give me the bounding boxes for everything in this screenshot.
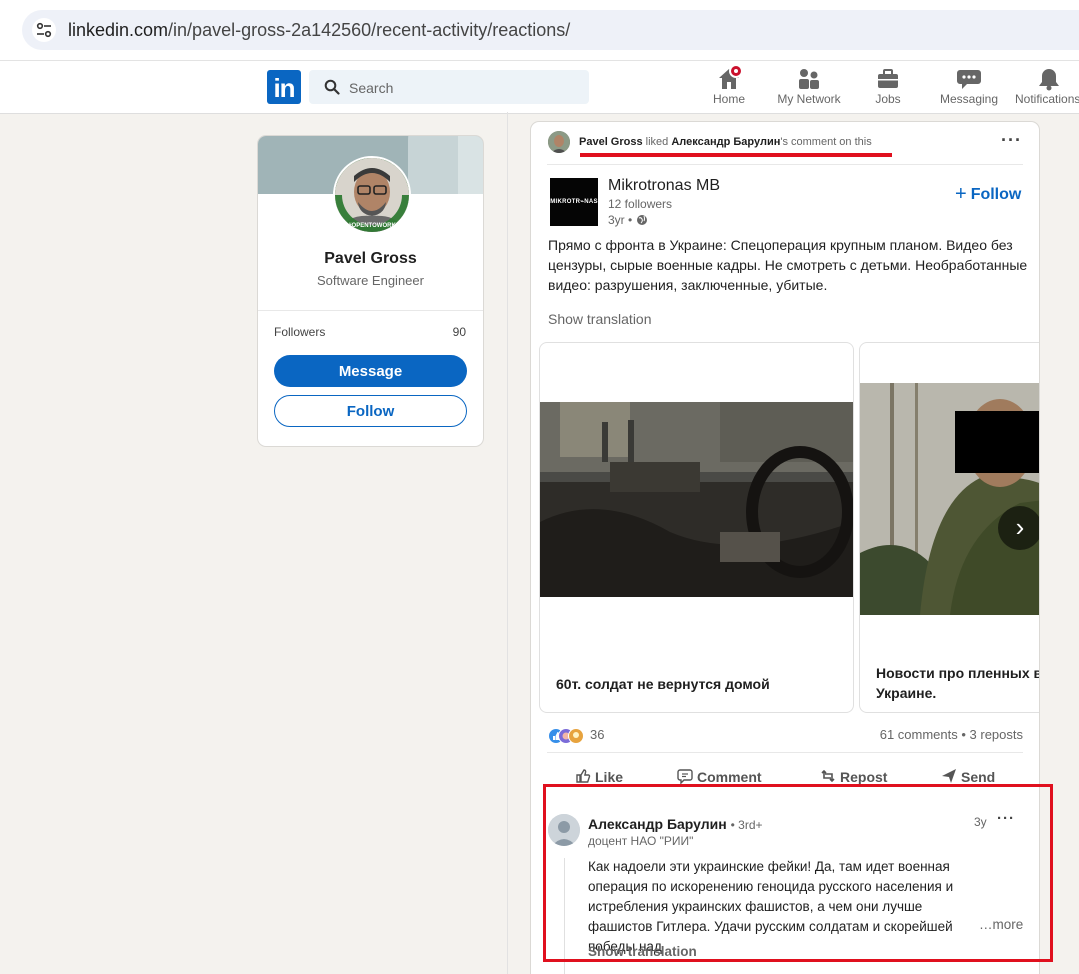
profile-card: #OPENTOWORK Pavel Gross Software Enginee… xyxy=(258,136,483,446)
like-icon xyxy=(576,769,591,783)
activity-header: Pavel Gross liked Александр Барулин's co… xyxy=(579,136,872,148)
reaction-count[interactable]: 36 xyxy=(590,727,604,742)
followers-label: Followers xyxy=(274,325,326,339)
reaction-icons[interactable] xyxy=(548,727,588,745)
activity-suffix: 's comment on this xyxy=(780,136,872,148)
nav-messaging-label: Messaging xyxy=(939,92,999,106)
post-time-text: 3yr • xyxy=(608,213,633,227)
send-label: Send xyxy=(961,769,996,785)
plus-icon: + xyxy=(955,183,967,205)
globe-icon xyxy=(636,215,647,225)
home-icon xyxy=(716,64,743,91)
nav-my-network[interactable]: My Network xyxy=(772,67,846,111)
address-bar[interactable]: linkedin.com/in/pavel-gross-2a142560/rec… xyxy=(22,10,1079,50)
comment-button[interactable]: Comment xyxy=(677,768,762,785)
company-logo[interactable]: MIKROTR⌁NAS xyxy=(550,178,598,226)
url-path: /in/pavel-gross-2a142560/recent-activity… xyxy=(168,20,571,40)
more-options-icon[interactable]: ··· xyxy=(1001,130,1022,151)
profile-title: Software Engineer xyxy=(317,273,424,288)
carousel-image xyxy=(540,402,853,597)
carousel-caption: Новости про пленных во Украине. xyxy=(876,665,1039,701)
top-nav: in Home My Network Jobs Messaging Notifi… xyxy=(0,60,1079,114)
open-to-work-badge: #OPENTOWORK xyxy=(348,223,396,229)
carousel-caption: 60т. солдат не вернутся домой xyxy=(556,676,770,692)
nav-jobs-label: Jobs xyxy=(875,92,901,106)
site-controls-icon[interactable] xyxy=(32,18,56,42)
profile-name[interactable]: Pavel Gross xyxy=(258,250,483,268)
carousel-item[interactable]: 60т. солдат не вернутся домой xyxy=(539,342,854,713)
divider xyxy=(547,752,1023,753)
follow-company-button[interactable]: + Follow xyxy=(955,182,1021,205)
nav-home-label: Home xyxy=(712,92,745,106)
post-text: Прямо с фронта в Украине: Спецоперация к… xyxy=(548,237,1028,293)
nav-notifications-label: Notifications xyxy=(1015,92,1079,106)
divider xyxy=(547,164,1023,165)
browser-toolbar: linkedin.com/in/pavel-gross-2a142560/rec… xyxy=(0,0,1079,60)
send-button[interactable]: Send xyxy=(941,768,995,785)
url-host: linkedin.com xyxy=(68,20,169,40)
like-label: Like xyxy=(595,769,624,785)
briefcase-icon xyxy=(875,67,901,91)
show-translation-link[interactable]: Show translation xyxy=(548,311,652,327)
search-icon xyxy=(324,79,340,95)
social-counts: 36 61 comments • 3 reposts xyxy=(548,727,1023,747)
annotation-underline xyxy=(580,153,892,157)
actor-avatar[interactable] xyxy=(548,131,570,153)
messaging-icon xyxy=(956,67,982,91)
network-icon xyxy=(796,67,822,91)
follow-company-label: Follow xyxy=(970,186,1022,203)
repost-label: Repost xyxy=(840,769,888,785)
linkedin-logo[interactable]: in xyxy=(267,70,301,104)
profile-avatar[interactable]: #OPENTOWORK xyxy=(333,156,411,234)
post-time: 3yr • xyxy=(608,213,648,227)
company-followers: 12 followers xyxy=(608,197,673,211)
comment-icon xyxy=(677,769,693,785)
nav-messaging[interactable]: Messaging xyxy=(937,67,1001,111)
nav-home[interactable]: Home xyxy=(709,64,749,111)
url-text[interactable]: linkedin.com/in/pavel-gross-2a142560/rec… xyxy=(68,20,570,41)
divider xyxy=(258,310,483,311)
repost-button[interactable]: Repost xyxy=(820,768,887,785)
chevron-right-icon[interactable]: › xyxy=(998,506,1039,550)
nav-jobs[interactable]: Jobs xyxy=(868,67,908,111)
nav-notifications[interactable]: Notifications xyxy=(1013,67,1079,111)
nav-my-network-label: My Network xyxy=(777,92,841,106)
search-input[interactable] xyxy=(347,76,581,100)
feed-column-border xyxy=(507,112,508,974)
activity-verb: liked xyxy=(645,136,669,148)
activity-actor[interactable]: Pavel Gross xyxy=(579,136,643,148)
annotation-highlight-box xyxy=(543,784,1053,962)
comment-label: Comment xyxy=(697,769,762,785)
like-button[interactable]: Like xyxy=(575,768,623,785)
search-box[interactable] xyxy=(309,70,589,104)
notification-badge xyxy=(729,64,743,78)
repost-icon xyxy=(821,769,835,783)
followers-count: 90 xyxy=(452,325,466,339)
message-button[interactable]: Message xyxy=(274,355,467,387)
company-name[interactable]: Mikrotronas MB xyxy=(608,177,720,195)
comments-reposts-count[interactable]: 61 comments • 3 reposts xyxy=(880,727,1023,742)
follow-profile-button[interactable]: Follow xyxy=(274,395,467,427)
carousel-image xyxy=(860,383,1039,615)
activity-target[interactable]: Александр Барулин xyxy=(671,136,780,148)
bell-icon xyxy=(1036,67,1062,91)
send-icon xyxy=(942,769,956,783)
